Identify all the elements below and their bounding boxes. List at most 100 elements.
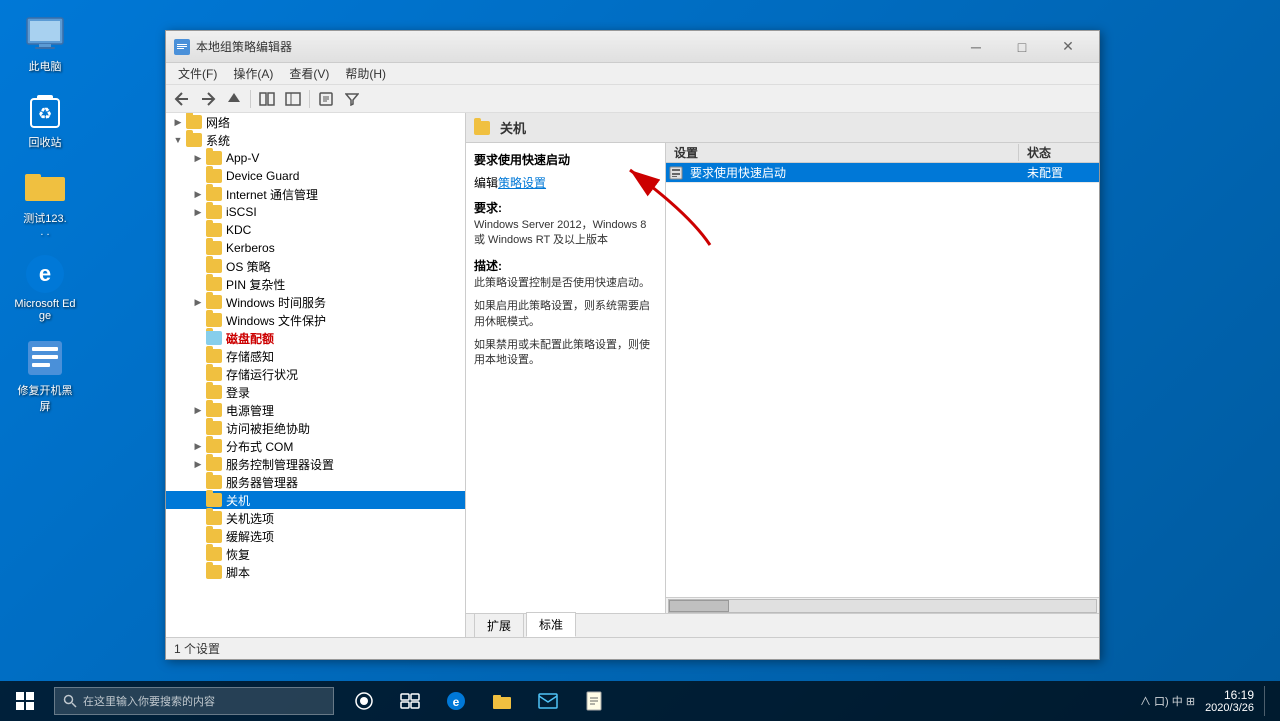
tree-label-winfile: Windows 文件保护 — [226, 312, 326, 329]
tree-item-accessdenied[interactable]: 访问被拒绝协助 — [166, 419, 465, 437]
tree-item-kdc[interactable]: KDC — [166, 221, 465, 239]
tree-item-deviceguard[interactable]: Device Guard — [166, 167, 465, 185]
maximize-button[interactable]: □ — [999, 31, 1045, 63]
tree-item-internet[interactable]: Internet 通信管理 — [166, 185, 465, 203]
tree-label-iscsi: iSCSI — [226, 205, 257, 219]
tree-item-servermgr[interactable]: 服务器管理器 — [166, 473, 465, 491]
tree-item-diskquota[interactable]: 磁盘配额 — [166, 329, 465, 347]
folder-icon-shutdown — [206, 493, 222, 507]
taskbar-show-desktop[interactable] — [1264, 686, 1272, 716]
tree-label-mitigation: 缓解选项 — [226, 528, 274, 545]
close-button[interactable]: ✕ — [1045, 31, 1091, 63]
tree-label-kdc: KDC — [226, 223, 251, 237]
taskbar-right: ∧ 口) 中 ⊞ 16:19 2020/3/26 — [1140, 686, 1280, 716]
folder-icon-power — [206, 403, 222, 417]
desktop-icons: 此电脑 ♻ 回收站 测试123.. . — [10, 10, 80, 418]
edit-policy-link[interactable]: 策略设置 — [498, 176, 546, 190]
expand-icon-iscsi[interactable] — [190, 204, 206, 220]
taskbar-cortana[interactable] — [342, 681, 386, 721]
desktop-icon-edge-label: Microsoft Edge — [14, 298, 76, 322]
policy-status-cell-0: 未配置 — [1019, 164, 1099, 181]
content-area: 网络 系统 App-V Device G — [166, 113, 1099, 637]
expand-icon-wintime[interactable] — [190, 294, 206, 310]
tree-item-wintime[interactable]: Windows 时间服务 — [166, 293, 465, 311]
tree-item-scm[interactable]: 服务控制管理器设置 — [166, 455, 465, 473]
tree-item-shutdown[interactable]: 关机 — [166, 491, 465, 509]
expand-icon-internet[interactable] — [190, 186, 206, 202]
policy-header: 关机 — [466, 113, 1099, 143]
tree-item-storage[interactable]: 存储感知 — [166, 347, 465, 365]
expand-icon-accessdenied — [190, 420, 206, 436]
tree-item-appv[interactable]: App-V — [166, 149, 465, 167]
horizontal-scrollbar[interactable] — [666, 597, 1099, 613]
tree-label-servermgr: 服务器管理器 — [226, 474, 298, 491]
taskbar-explorer[interactable] — [480, 681, 524, 721]
expand-icon-login — [190, 384, 206, 400]
folder-icon-scripts — [206, 565, 222, 579]
desktop-icon-recycle-label: 回收站 — [29, 134, 62, 150]
expand-icon-system[interactable] — [170, 132, 186, 148]
menu-view[interactable]: 查看(V) — [281, 63, 337, 84]
tree-item-mitigation[interactable]: 缓解选项 — [166, 527, 465, 545]
tree-item-pin[interactable]: PIN 复杂性 — [166, 275, 465, 293]
taskbar-edge[interactable]: e — [434, 681, 478, 721]
tree-label-network: 网络 — [206, 114, 230, 131]
expand-icon-network[interactable] — [170, 114, 186, 130]
minimize-button[interactable]: ─ — [953, 31, 999, 63]
tree-item-power[interactable]: 电源管理 — [166, 401, 465, 419]
folder-icon-storage — [206, 349, 222, 363]
desktop-icon-computer[interactable]: 此电脑 — [10, 10, 80, 78]
tree-label-diskquota: 磁盘配额 — [226, 330, 274, 347]
taskbar-taskview[interactable] — [388, 681, 432, 721]
forward-button[interactable] — [196, 88, 220, 110]
tree-item-kerberos[interactable]: Kerberos — [166, 239, 465, 257]
statusbar: 1 个设置 — [166, 637, 1099, 659]
tree-scroll[interactable]: 网络 系统 App-V Device G — [166, 113, 465, 637]
taskbar-search[interactable]: 在这里输入你要搜索的内容 — [54, 687, 334, 715]
desktop-icon-edge[interactable]: e Microsoft Edge — [10, 250, 80, 326]
tree-item-storagehealth[interactable]: 存储运行状况 — [166, 365, 465, 383]
tree-label-deviceguard: Device Guard — [226, 169, 299, 183]
expand-icon-appv[interactable] — [190, 150, 206, 166]
tab-expand[interactable]: 扩展 — [474, 613, 524, 637]
tree-item-iscsi[interactable]: iSCSI — [166, 203, 465, 221]
show-hide-tree[interactable] — [255, 88, 279, 110]
back-button[interactable] — [170, 88, 194, 110]
tree-item-scripts[interactable]: 脚本 — [166, 563, 465, 581]
desktop-icon-folder[interactable]: 测试123.. . — [10, 162, 80, 242]
tree-item-network[interactable]: 网络 — [166, 113, 465, 131]
expand-icon-scm[interactable] — [190, 456, 206, 472]
show-tree[interactable] — [281, 88, 305, 110]
expand-icon-dcom[interactable] — [190, 438, 206, 454]
tree-label-kerberos: Kerberos — [226, 241, 275, 255]
menu-help[interactable]: 帮助(H) — [337, 63, 394, 84]
tree-item-login[interactable]: 登录 — [166, 383, 465, 401]
tree-item-shutdownopts[interactable]: 关机选项 — [166, 509, 465, 527]
col-setting-header: 设置 — [666, 144, 1019, 161]
menu-file[interactable]: 文件(F) — [170, 63, 225, 84]
tree-item-ospolicy[interactable]: OS 策略 — [166, 257, 465, 275]
expand-icon-power[interactable] — [190, 402, 206, 418]
tree-item-winfile[interactable]: Windows 文件保护 — [166, 311, 465, 329]
start-button[interactable] — [0, 681, 50, 721]
taskbar-mail[interactable] — [526, 681, 570, 721]
filter-button[interactable] — [340, 88, 364, 110]
folder-icon-winfile — [206, 313, 222, 327]
policy-button[interactable] — [314, 88, 338, 110]
tree-item-system[interactable]: 系统 — [166, 131, 465, 149]
tree-item-dcom[interactable]: 分布式 COM — [166, 437, 465, 455]
tab-standard[interactable]: 标准 — [526, 612, 576, 637]
up-button[interactable] — [222, 88, 246, 110]
desktop-icon-recycle[interactable]: ♻ 回收站 — [10, 86, 80, 154]
folder-icon-recovery — [206, 547, 222, 561]
policy-table-rows[interactable]: 要求使用快速启动 未配置 — [666, 163, 1099, 597]
menu-action[interactable]: 操作(A) — [225, 63, 281, 84]
folder-icon-mitigation — [206, 529, 222, 543]
tree-item-recovery[interactable]: 恢复 — [166, 545, 465, 563]
taskbar-app-icons: e — [342, 681, 616, 721]
taskbar-clock[interactable]: 16:19 2020/3/26 — [1205, 688, 1254, 714]
folder-icon-header — [474, 121, 490, 135]
policy-row-0[interactable]: 要求使用快速启动 未配置 — [666, 163, 1099, 183]
desktop-icon-app[interactable]: 修复开机黑屏 — [10, 334, 80, 418]
taskbar-notepad[interactable] — [572, 681, 616, 721]
